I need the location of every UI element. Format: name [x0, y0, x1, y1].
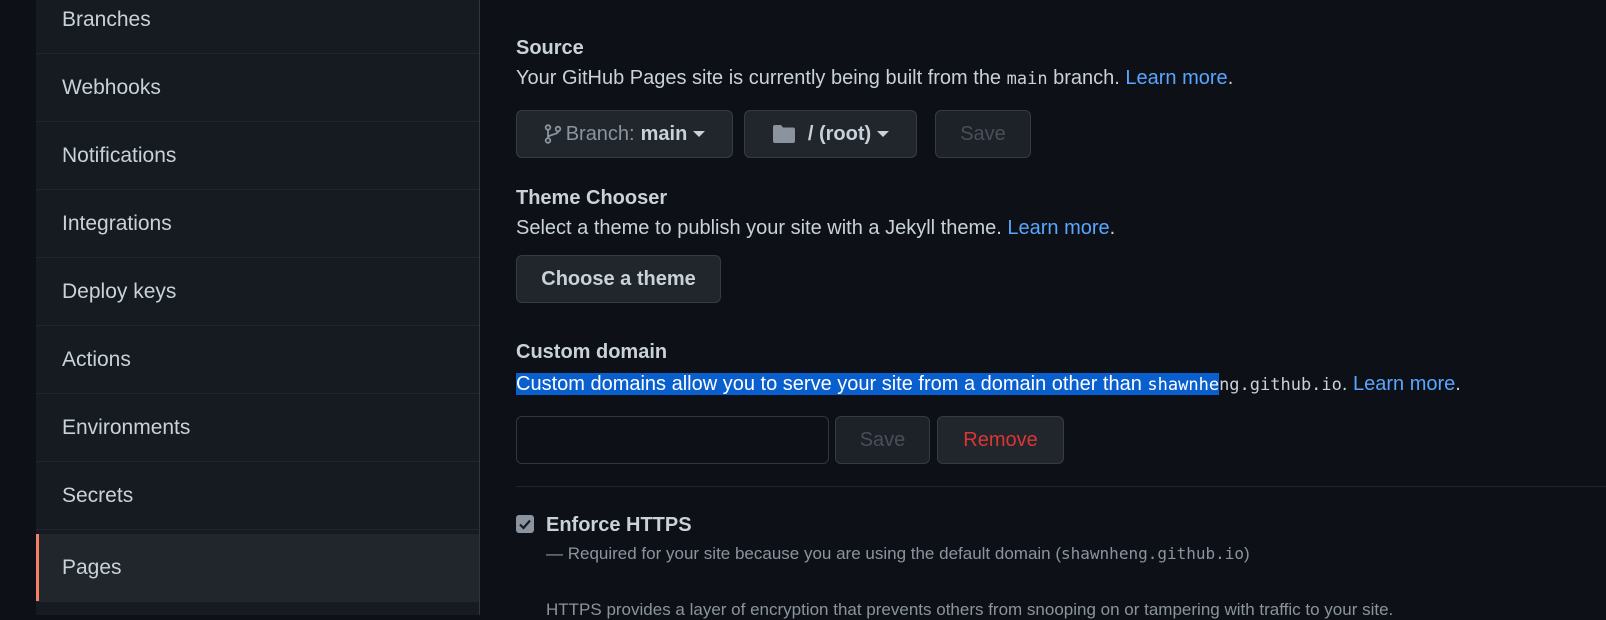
default-domain-code-rest: ng.github.io — [1219, 375, 1342, 395]
sidebar-item-pages[interactable]: Pages — [36, 534, 479, 602]
pages-settings-main: Source Your GitHub Pages site is current… — [516, 0, 1606, 619]
theme-learn-more-link[interactable]: Learn more — [1007, 217, 1109, 239]
folder-value: / (root) — [807, 122, 872, 145]
choose-theme-button[interactable]: Choose a theme — [516, 255, 721, 303]
folder-icon — [772, 124, 796, 144]
enforce-https-checkbox[interactable] — [516, 515, 534, 533]
custom-domain-heading: Custom domain — [516, 341, 668, 363]
git-branch-icon — [544, 124, 562, 144]
sidebar-item-environments[interactable]: Environments — [36, 394, 479, 462]
theme-desc-text: Select a theme to publish your site with… — [516, 217, 1008, 239]
caret-down-icon — [877, 131, 890, 137]
sidebar-item-webhooks[interactable]: Webhooks — [36, 54, 479, 122]
default-domain-code-selected: shawnhe — [1147, 375, 1220, 395]
source-learn-more-link[interactable]: Learn more — [1125, 67, 1227, 89]
theme-period: . — [1109, 217, 1116, 239]
sidebar-item-branches[interactable]: Branches — [36, 0, 479, 54]
https-note-suffix: ) — [1244, 544, 1250, 563]
checkmark-icon — [519, 519, 531, 530]
sidebar-item-label: Branches — [62, 7, 151, 31]
custom-domain-input[interactable] — [516, 416, 829, 464]
branch-code: main — [1006, 69, 1048, 89]
caret-down-icon — [693, 131, 706, 137]
settings-sidebar: Branches Webhooks Notifications Integrat… — [36, 0, 480, 615]
custom-domain-learn-more-link[interactable]: Learn more — [1353, 373, 1455, 395]
theme-heading: Theme Chooser — [516, 187, 668, 209]
https-info-text: HTTPS provides a layer of encryption tha… — [546, 600, 1394, 619]
source-save-button[interactable]: Save — [935, 110, 1031, 158]
source-desc-text: Your GitHub Pages site is currently bein… — [516, 67, 1007, 89]
branch-label: Branch: — [565, 122, 635, 145]
custom-domain-period: . — [1341, 373, 1354, 395]
https-note-text: — Required for your site because you are… — [546, 544, 1062, 563]
branch-value: main — [640, 122, 688, 145]
https-note-domain: shawnheng.github.io — [1061, 544, 1245, 563]
sidebar-item-label: Actions — [62, 347, 131, 371]
custom-domain-save-button[interactable]: Save — [835, 416, 930, 464]
source-description: Your GitHub Pages site is currently bein… — [516, 67, 1233, 90]
section-divider — [516, 486, 1606, 487]
sidebar-item-label: Secrets — [62, 483, 134, 507]
sidebar-item-label: Pages — [62, 555, 122, 579]
sidebar-item-deploy-keys[interactable]: Deploy keys — [36, 258, 479, 326]
source-heading: Source — [516, 37, 584, 59]
sidebar-item-label: Integrations — [62, 211, 172, 235]
source-period: . — [1227, 67, 1234, 89]
branch-select-button[interactable]: Branch: main — [516, 110, 733, 158]
sidebar-item-label: Deploy keys — [62, 279, 177, 303]
custom-domain-end-period: . — [1455, 373, 1461, 395]
theme-description: Select a theme to publish your site with… — [516, 217, 1115, 240]
folder-select-button[interactable]: / (root) — [744, 110, 917, 158]
custom-domain-desc-text: Custom domains allow you to serve your s… — [516, 373, 1148, 395]
sidebar-item-secrets[interactable]: Secrets — [36, 462, 479, 530]
sidebar-item-integrations[interactable]: Integrations — [36, 190, 479, 258]
https-required-note: — Required for your site because you are… — [546, 544, 1250, 564]
source-desc-suffix: branch. — [1047, 67, 1126, 89]
sidebar-item-notifications[interactable]: Notifications — [36, 122, 479, 190]
sidebar-item-actions[interactable]: Actions — [36, 326, 479, 394]
sidebar-item-label: Notifications — [62, 143, 177, 167]
enforce-https-label: Enforce HTTPS — [546, 514, 692, 536]
sidebar-item-label: Webhooks — [62, 75, 161, 99]
sidebar-item-label: Environments — [62, 415, 191, 439]
custom-domain-description: Custom domains allow you to serve your s… — [516, 369, 1461, 400]
custom-domain-remove-button[interactable]: Remove — [937, 416, 1064, 464]
